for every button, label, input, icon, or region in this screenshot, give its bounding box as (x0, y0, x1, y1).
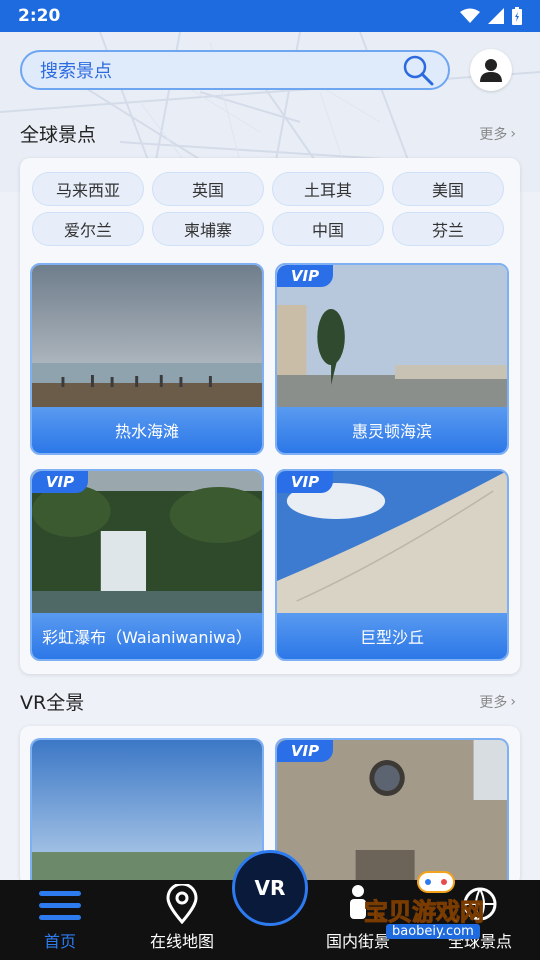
vip-badge: VIP (32, 471, 88, 493)
user-icon (480, 59, 502, 82)
country-chip[interactable]: 中国 (272, 212, 384, 246)
country-chip-list: 马来西亚 英国 土耳其 美国 爱尔兰 柬埔寨 中国 芬兰 (20, 158, 520, 246)
country-chip[interactable]: 马来西亚 (32, 172, 144, 206)
global-more-label: 更多 (479, 127, 508, 143)
vip-badge: VIP (277, 740, 333, 762)
site-watermark: 宝贝游戏网 baobeiy.com (338, 868, 518, 948)
country-chip[interactable]: 美国 (392, 172, 504, 206)
watermark-title: 宝贝游戏网 (364, 898, 485, 927)
country-chip[interactable]: 柬埔寨 (152, 212, 264, 246)
vr-section-title: VR全景 (20, 692, 85, 714)
search-bar[interactable]: 搜索景点 (20, 50, 450, 90)
search-icon[interactable] (402, 54, 434, 86)
vr-center-button[interactable]: VR (232, 850, 308, 926)
tab-map-label: 在线地图 (149, 932, 214, 951)
battery-icon (512, 7, 522, 25)
spot-name: 彩虹瀑布（Waianiwaniwa） (32, 613, 262, 659)
vip-badge: VIP (277, 471, 333, 493)
map-pin-icon (166, 884, 198, 924)
vr-more-link[interactable]: 更多 › (479, 692, 516, 712)
spot-card[interactable]: VIP 巨型沙丘 (275, 469, 509, 661)
signal-icon (488, 8, 504, 24)
vr-photo (32, 740, 262, 898)
global-more-link[interactable]: 更多 › (479, 124, 516, 144)
global-section-title: 全球景点 (20, 124, 97, 146)
spot-photo (32, 265, 262, 411)
vr-more-label: 更多 (479, 695, 508, 711)
menu-icon (39, 891, 81, 920)
chevron-right-icon: › (510, 126, 516, 142)
global-spots-card: 马来西亚 英国 土耳其 美国 爱尔兰 柬埔寨 中国 芬兰 热水海滩 VIP 惠灵… (20, 158, 520, 674)
status-icons (460, 7, 522, 25)
spot-name: 巨型沙丘 (277, 613, 507, 659)
tab-map[interactable]: 在线地图 (122, 880, 242, 960)
status-bar: 2:20 (0, 0, 540, 32)
country-chip[interactable]: 芬兰 (392, 212, 504, 246)
spot-card[interactable]: 热水海滩 (30, 263, 264, 455)
status-time: 2:20 (18, 6, 61, 26)
country-chip[interactable]: 土耳其 (272, 172, 384, 206)
vip-badge: VIP (277, 265, 333, 287)
country-chip[interactable]: 爱尔兰 (32, 212, 144, 246)
vr-panorama-card[interactable] (30, 738, 264, 898)
spot-card[interactable]: VIP 惠灵顿海滨 (275, 263, 509, 455)
user-avatar-button[interactable] (470, 49, 512, 91)
spot-name: 惠灵顿海滨 (277, 407, 507, 453)
spot-name: 热水海滩 (32, 407, 262, 453)
watermark-url: baobeiy.com (386, 924, 480, 939)
tab-home-label: 首页 (43, 932, 76, 951)
country-chip[interactable]: 英国 (152, 172, 264, 206)
chevron-right-icon: › (510, 694, 516, 710)
wifi-icon (460, 8, 480, 23)
search-input[interactable]: 搜索景点 (40, 57, 402, 83)
spot-card[interactable]: VIP 彩虹瀑布（Waianiwaniwa） (30, 469, 264, 661)
tab-home[interactable]: 首页 (0, 880, 120, 960)
